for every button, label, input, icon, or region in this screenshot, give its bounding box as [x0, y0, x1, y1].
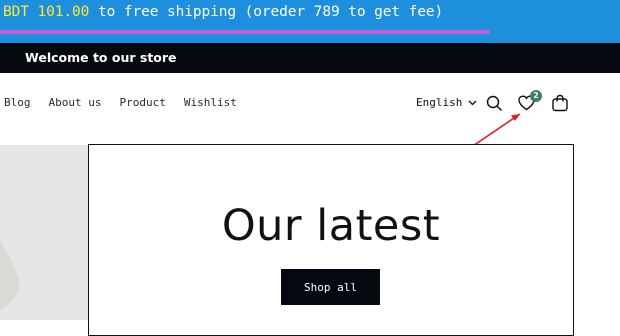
- hero-right-area: [575, 145, 620, 320]
- shipping-text: to free shipping (oreder 789 to get fee): [89, 4, 444, 20]
- shipping-amount: BDT 101.00: [3, 4, 90, 20]
- chevron-down-icon: [468, 100, 477, 105]
- announcement-bar: Welcome to our store: [0, 43, 620, 73]
- nav-item-product[interactable]: Product: [119, 96, 165, 109]
- hero-image-slide: [0, 145, 89, 320]
- shop-all-button[interactable]: Shop all: [281, 269, 380, 305]
- announcement-text: Welcome to our store: [25, 50, 177, 65]
- shipping-progress-bar: [0, 30, 490, 34]
- nav-item-blog[interactable]: Blog: [4, 96, 31, 109]
- free-shipping-message: BDT 101.00 to free shipping (oreder 789 …: [3, 4, 443, 20]
- nav-item-wishlist[interactable]: Wishlist: [184, 96, 237, 109]
- main-nav: Blog About us Product Wishlist: [4, 96, 255, 109]
- nav-item-about-us[interactable]: About us: [49, 96, 102, 109]
- language-label: English: [416, 96, 463, 109]
- cart-icon[interactable]: [551, 94, 569, 112]
- hero-banner: Our latest Shop all: [88, 144, 574, 336]
- hero-image-shape: [0, 240, 20, 310]
- free-shipping-bar: BDT 101.00 to free shipping (oreder 789 …: [0, 0, 620, 43]
- hero-title: Our latest: [221, 201, 441, 251]
- wishlist-count-badge: 2: [530, 90, 542, 102]
